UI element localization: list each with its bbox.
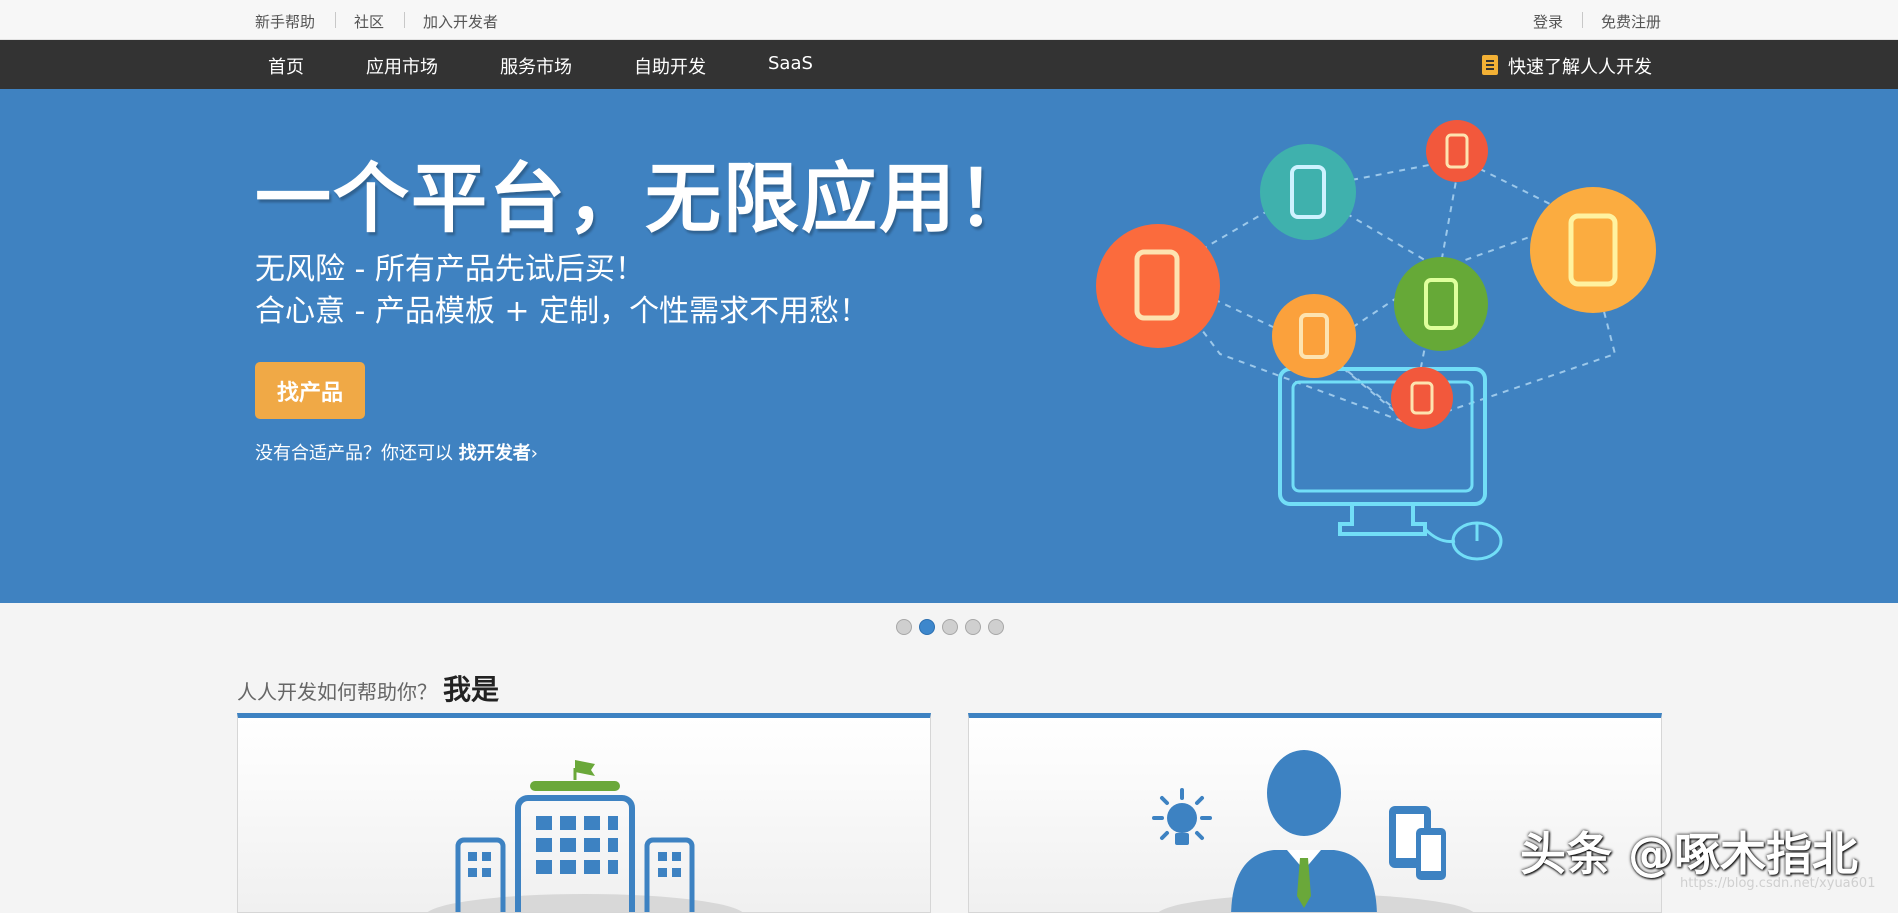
carousel-dot-1[interactable] [896,619,912,635]
main-nav: 首页 应用市场 服务市场 自助开发 SaaS 快速了解人人开发 [0,40,1898,89]
person-icon [1231,750,1377,912]
phone-bubble-teal [1260,144,1356,240]
nav-item-app-market[interactable]: 应用市场 [366,53,438,79]
chevron-right-icon: › [530,443,538,464]
hero-banner: 一个平台，无限应用！ 无风险 - 所有产品先试后买！ 合心意 - 产品模板 + … [0,89,1898,603]
hero-note-text: 没有合适产品？你还可以 [255,443,459,464]
monitor-icon [1278,367,1503,561]
watermark-text: 头条 @啄木指北 [1520,827,1859,881]
apps-network-illustration [1096,120,1656,561]
nav-item-saas[interactable]: SaaS [768,53,813,74]
divider [404,12,405,28]
divider [1582,12,1583,28]
enterprise-building-icon [427,760,743,912]
phone-bubble-amber-large [1530,187,1656,313]
find-developer-link[interactable]: 找开发者 [459,443,531,464]
link-community[interactable]: 社区 [354,11,384,32]
phone-bubble-red-tiny [1391,367,1453,429]
hero-note: 没有合适产品？你还可以 找开发者› [255,439,538,465]
hero-line-2: 合心意 - 产品模板 + 定制，个性需求不用愁！ [255,294,870,329]
register-link[interactable]: 免费注册 [1601,11,1661,32]
phone-bubble-green [1394,257,1488,351]
nav-item-service-market[interactable]: 服务市场 [500,53,572,79]
help-me-label: 我是 [443,673,500,706]
hero-line-1: 无风险 - 所有产品先试后买！ [255,252,645,287]
help-heading: 人人开发如何帮助你？ 我是 [237,668,499,708]
carousel-dot-5[interactable] [988,619,1004,635]
nav-item-home[interactable]: 首页 [268,53,304,79]
phone-bubble-orange-small [1272,294,1356,378]
carousel-dot-4[interactable] [965,619,981,635]
link-newbie-help[interactable]: 新手帮助 [255,11,315,32]
login-link[interactable]: 登录 [1533,11,1563,32]
watermark-url: https://blog.csdn.net/xyua601 [1680,876,1876,891]
divider [335,12,336,28]
nav-item-self-develop[interactable]: 自助开发 [634,53,706,79]
carousel-dot-2[interactable] [919,619,935,635]
top-bar: 新手帮助 社区 加入开发者 登录 免费注册 [0,0,1898,40]
quick-intro-link[interactable]: 快速了解人人开发 [1508,53,1652,79]
phone-bubble-orange-large [1096,224,1220,348]
book-icon [1482,55,1498,75]
find-product-button[interactable]: 找产品 [255,362,365,419]
hero-title: 一个平台，无限应用！ [255,154,1035,243]
phone-bubble-red-small [1426,120,1488,182]
help-question: 人人开发如何帮助你？ [237,680,437,704]
carousel-dot-3[interactable] [942,619,958,635]
enterprise-card[interactable] [237,713,931,913]
link-join-developer[interactable]: 加入开发者 [423,11,498,32]
devices-icon [1389,806,1446,880]
lightbulb-icon [1152,788,1212,845]
